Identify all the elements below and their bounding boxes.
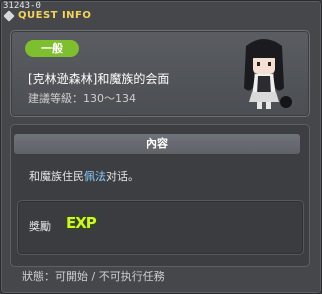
npc-portrait-icon <box>244 39 292 109</box>
description-prefix: 和魔族住民 <box>29 170 84 183</box>
diamond-icon <box>3 10 15 22</box>
quest-status: 狀態：可開始 / 不可执行任務 <box>22 270 165 283</box>
category-badge: 一般 <box>25 40 79 57</box>
quest-name: [克林逊森林]和魔族的会面 <box>28 72 170 86</box>
description-suffix: 对话。 <box>106 170 139 183</box>
quest-description: 和魔族住民佩法对话。 <box>29 168 139 184</box>
npc-name-link[interactable]: 佩法 <box>84 170 106 183</box>
content-header: 內容 <box>14 134 300 154</box>
reward-panel <box>17 200 304 255</box>
exp-icon[interactable]: EXP <box>66 214 97 232</box>
recommended-level: 建議等級：130～134 <box>28 92 136 105</box>
window-title: QUEST INFO <box>18 10 92 21</box>
reward-label: 獎勵 <box>29 220 51 233</box>
title-bar[interactable]: 31243-0 QUEST INFO <box>1 1 321 23</box>
